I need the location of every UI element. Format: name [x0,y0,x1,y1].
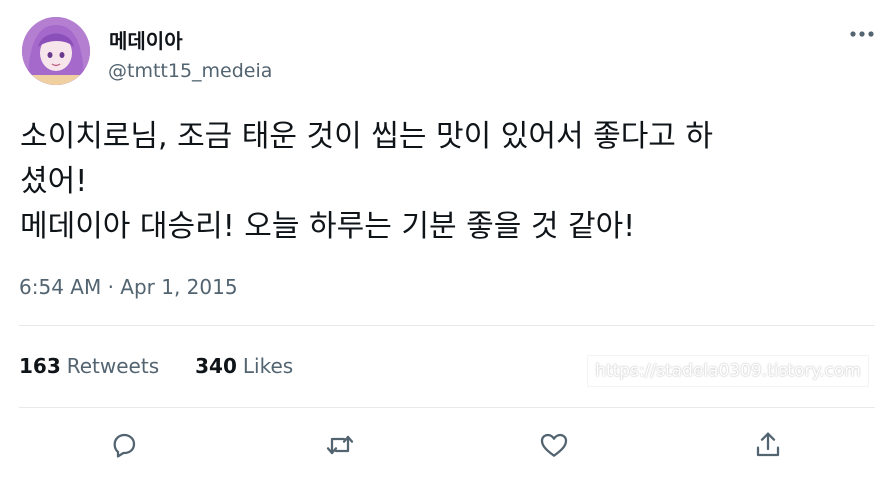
divider-top [19,325,875,326]
tweet-stats: 163 Retweets 340 Likes [19,354,293,378]
likes-label: Likes [242,354,294,378]
display-name[interactable]: 메데이아 [109,25,183,54]
retweets-label: Retweets [66,354,160,378]
tweet-actions [0,425,894,465]
like-icon[interactable] [534,425,574,465]
likes-count: 340 [195,354,237,378]
tweet-timestamp[interactable]: 6:54 AM · Apr 1, 2015 [19,275,238,299]
likes-stat[interactable]: 340 Likes [195,354,293,378]
more-icon[interactable] [846,24,878,44]
share-icon[interactable] [748,425,788,465]
reply-icon[interactable] [104,425,144,465]
retweets-stat[interactable]: 163 Retweets [19,354,159,378]
retweet-icon[interactable] [320,425,360,465]
watermark: https://stadela0309.tistory.com [588,356,868,386]
divider-bottom [19,407,875,408]
user-handle[interactable]: @tmtt15_medeia [108,60,272,82]
retweets-count: 163 [19,354,61,378]
tweet-text: 소이치로님, 조금 태운 것이 씹는 맛이 있어서 좋다고 하 셨어! 메데이아… [20,119,714,244]
avatar[interactable] [22,17,90,85]
